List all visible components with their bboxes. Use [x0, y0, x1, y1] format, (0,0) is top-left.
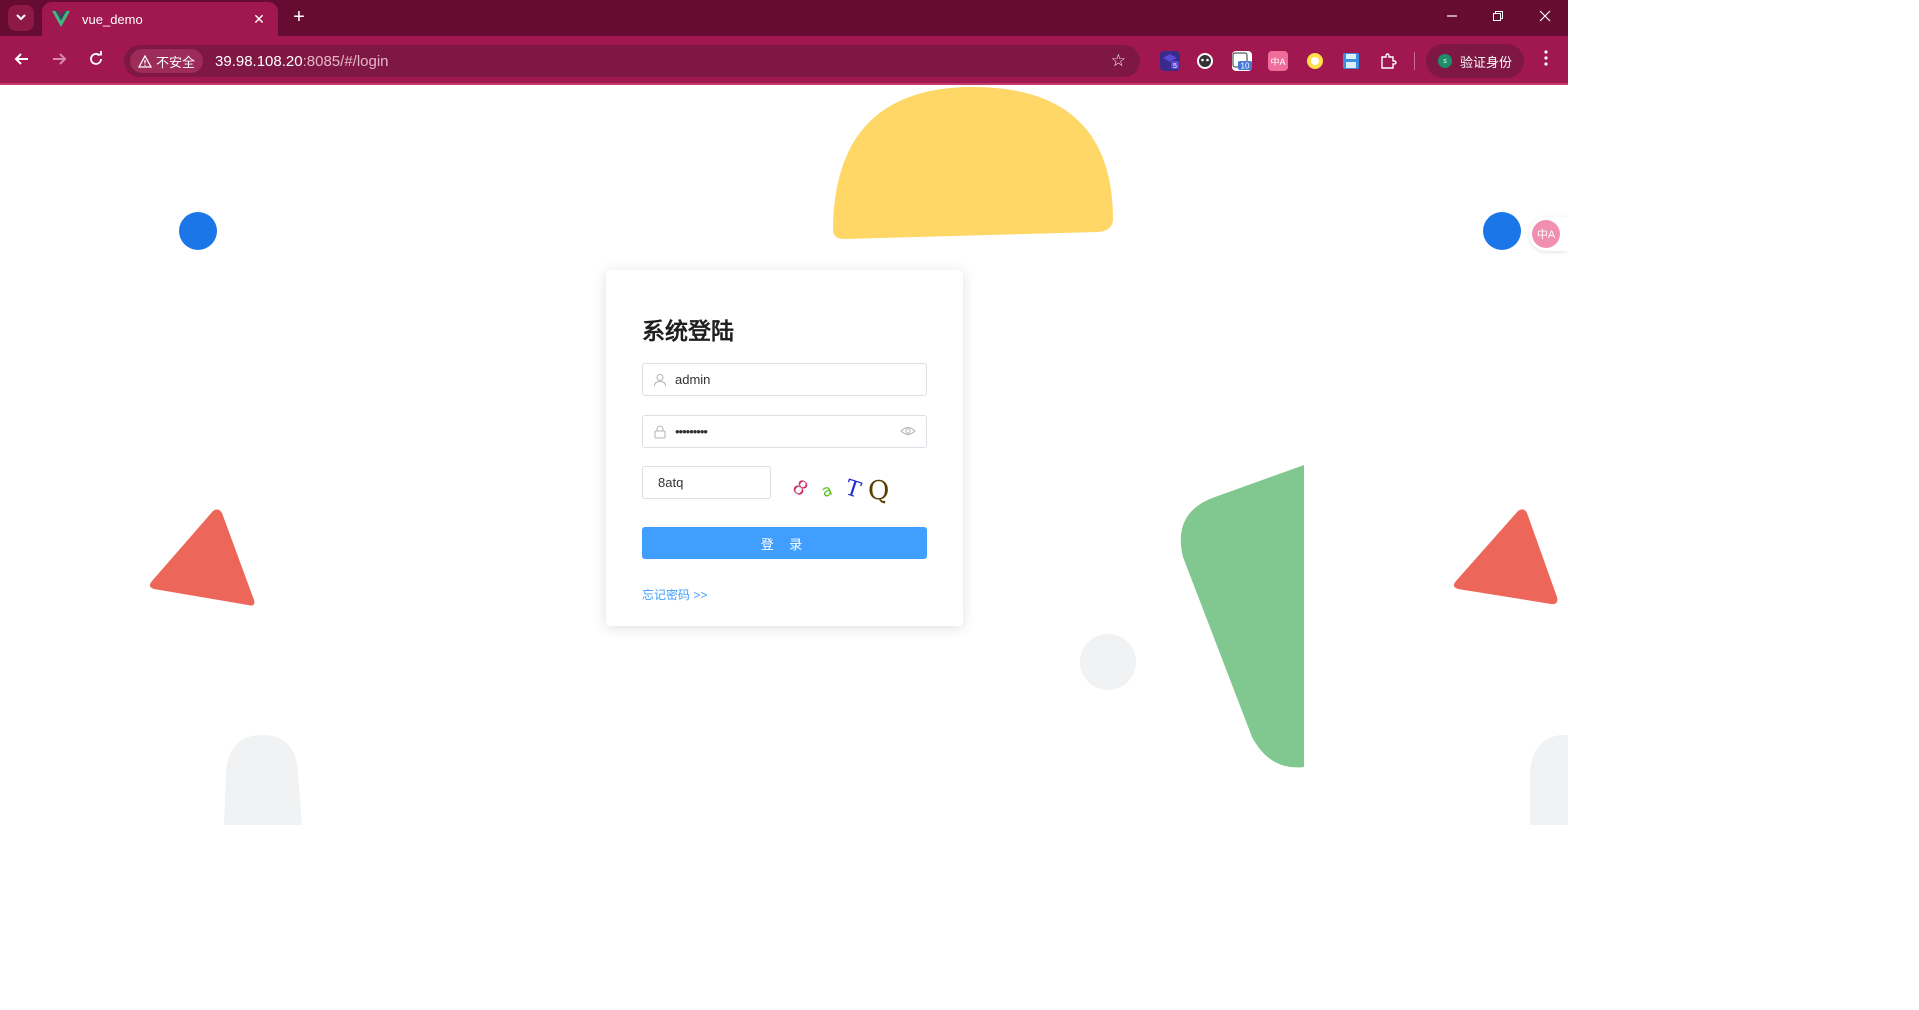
close-window-button[interactable]: [1533, 6, 1557, 28]
red-triangle-left: [149, 509, 255, 606]
reload-button[interactable]: [85, 50, 107, 72]
more-vertical-icon: [1544, 50, 1548, 66]
toolbar-divider: [1414, 52, 1415, 70]
captcha-value: 8atq: [658, 475, 684, 490]
restore-icon: [1493, 11, 1503, 21]
captcha-char-4: Q: [868, 476, 889, 506]
floppy-disk-icon: [1343, 53, 1359, 69]
password-value: •••••••••: [675, 424, 708, 439]
browser-toolbar: 不安全 39.98.108.20:8085/#/login ☆ 5 10 中A …: [0, 36, 1568, 85]
extension-game[interactable]: [1195, 51, 1215, 71]
game-icon: [1197, 53, 1213, 69]
warning-icon: [138, 54, 152, 68]
captcha-char-3: T: [842, 475, 864, 503]
blue-dot-right: [1483, 212, 1521, 250]
translate-icon: 中A: [1532, 220, 1560, 248]
bookmark-star-icon[interactable]: ☆: [1111, 51, 1126, 71]
svg-text:10: 10: [1241, 62, 1250, 71]
user-icon: [653, 373, 667, 387]
browser-titlebar: vue_demo ✕ +: [0, 0, 1568, 36]
extension-5-icon: 5: [1163, 54, 1179, 70]
puzzle-icon: [1381, 53, 1397, 69]
close-tab-icon[interactable]: ✕: [250, 11, 268, 28]
ring-icon: [1307, 53, 1323, 69]
extension-save[interactable]: [1341, 51, 1361, 71]
new-tab-button[interactable]: +: [288, 6, 310, 28]
translate-icon: 中A: [1270, 56, 1286, 67]
captcha-image[interactable]: 8 a T Q: [788, 466, 898, 506]
profile-button[interactable]: s 验证身份: [1426, 44, 1524, 78]
eye-icon[interactable]: [900, 425, 916, 440]
url-host: 39.98.108.20: [215, 52, 303, 70]
blue-dot-left: [179, 212, 217, 250]
extension-badge-5[interactable]: 5: [1160, 51, 1180, 71]
password-field[interactable]: •••••••••: [642, 415, 927, 448]
captcha-char-2: a: [819, 480, 835, 501]
login-button[interactable]: 登 录: [642, 527, 927, 559]
profile-avatar: s: [1438, 54, 1452, 68]
login-card: 系统登陆 admin ••••••••• 8atq 8 a T Q 登 录 忘记…: [606, 270, 963, 626]
username-field[interactable]: admin: [642, 363, 927, 396]
profile-label: 验证身份: [1460, 54, 1513, 70]
site-security-chip[interactable]: 不安全: [130, 49, 204, 73]
arrow-right-icon: [53, 53, 67, 65]
captcha-input[interactable]: 8atq: [642, 466, 771, 499]
extension-circle[interactable]: [1305, 51, 1325, 71]
green-wedge-shape: [1180, 465, 1304, 768]
username-value: admin: [675, 372, 711, 387]
captcha-char-1: 8: [788, 474, 813, 501]
address-bar[interactable]: 不安全 39.98.108.20:8085/#/login ☆: [124, 45, 1140, 77]
tab-search-button[interactable]: [8, 5, 34, 31]
browser-menu-button[interactable]: [1537, 50, 1555, 70]
extensions-menu-button[interactable]: [1378, 51, 1398, 71]
yellow-semicircle-shape: [833, 87, 1113, 239]
lock-icon: [653, 425, 667, 439]
gray-pill-right: [1530, 735, 1568, 825]
security-label: 不安全: [156, 54, 196, 70]
tab-vue-demo[interactable]: vue_demo ✕: [42, 2, 278, 36]
vue-logo-icon: [52, 11, 70, 27]
login-title: 系统登陆: [642, 318, 734, 344]
svg-text:5: 5: [1173, 63, 1177, 70]
url-text: 39.98.108.20:8085/#/login: [215, 53, 389, 70]
back-button[interactable]: [11, 50, 33, 72]
chevron-down-icon: [15, 11, 27, 26]
arrow-left-icon: [14, 53, 28, 65]
restore-window-button[interactable]: [1486, 6, 1510, 28]
minimize-icon: [1447, 15, 1457, 17]
gray-pill-left: [224, 735, 302, 825]
reload-icon: [90, 51, 102, 65]
close-icon: [1539, 10, 1551, 22]
translate-floating-button[interactable]: 中A: [1529, 217, 1568, 251]
minimize-window-button[interactable]: [1440, 6, 1464, 28]
tab-title: vue_demo: [82, 11, 143, 27]
url-path: :8085/#/login: [302, 52, 389, 70]
red-triangle-right: [1453, 509, 1558, 605]
gray-circle: [1080, 634, 1136, 690]
login-page: 中A 系统登陆 admin ••••••••• 8atq 8 a T Q 登 录…: [0, 87, 1568, 825]
calendar-icon: 10: [1232, 52, 1252, 71]
extension-calendar-10[interactable]: 10: [1232, 51, 1252, 71]
extension-translate[interactable]: 中A: [1268, 51, 1288, 71]
forward-button[interactable]: [48, 50, 70, 72]
forgot-password-link[interactable]: 忘记密码 >>: [642, 586, 707, 603]
